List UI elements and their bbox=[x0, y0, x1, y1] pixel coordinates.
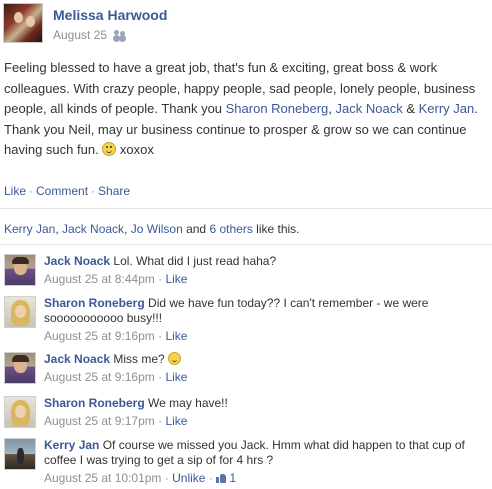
action-separator: · bbox=[29, 184, 34, 198]
comment-body: Sharon Roneberg Did we have fun today?? … bbox=[44, 296, 488, 344]
commenter-avatar[interactable] bbox=[4, 296, 36, 328]
comment-meta: August 25 at 9:17pm · Like bbox=[44, 414, 488, 429]
comment-timestamp[interactable]: August 25 at 10:01pm bbox=[44, 471, 161, 485]
commenter-name-link[interactable]: Jack Noack bbox=[44, 254, 110, 268]
comment-meta: August 25 at 10:01pm · Unlike · 1 bbox=[44, 471, 488, 486]
post-header: Melissa Harwood August 25 bbox=[3, 3, 489, 45]
comment-body: Kerry Jan Of course we missed you Jack. … bbox=[44, 438, 488, 486]
commenter-avatar[interactable] bbox=[4, 254, 36, 286]
likes-summary: Kerry Jan, Jack Noack, Jo Wilson and 6 o… bbox=[4, 222, 300, 236]
meta-separator: · bbox=[158, 329, 163, 343]
divider bbox=[0, 208, 492, 209]
smiling-emoji-icon bbox=[168, 352, 182, 365]
commenter-name-link[interactable]: Sharon Roneberg bbox=[44, 296, 145, 310]
divider bbox=[0, 244, 492, 245]
comment-timestamp[interactable]: August 25 at 9:17pm bbox=[44, 414, 155, 428]
post-date-link[interactable]: August 25 bbox=[53, 28, 107, 42]
tag-jack-noack[interactable]: Jack Noack bbox=[336, 101, 403, 116]
comment-meta: August 25 at 9:16pm · Like bbox=[44, 329, 488, 344]
share-button[interactable]: Share bbox=[98, 184, 130, 198]
comment-timestamp[interactable]: August 25 at 9:16pm bbox=[44, 370, 155, 384]
commenter-name-link[interactable]: Jack Noack bbox=[44, 352, 110, 366]
comment-timestamp[interactable]: August 25 at 9:16pm bbox=[44, 329, 155, 343]
tag-sharon-roneberg[interactable]: Sharon Roneberg bbox=[226, 101, 329, 116]
comment-text: Of course we missed you Jack. Hmm what d… bbox=[44, 438, 465, 467]
liker-link[interactable]: Kerry Jan bbox=[4, 222, 55, 236]
comment-like-button[interactable]: Like bbox=[165, 329, 187, 343]
commenter-name-link[interactable]: Sharon Roneberg bbox=[44, 396, 145, 410]
post-action-bar: Like · Comment · Share bbox=[4, 184, 130, 198]
author-name-link[interactable]: Melissa Harwood bbox=[53, 7, 167, 23]
post-text: Feeling blessed to have a great job, tha… bbox=[4, 58, 488, 161]
likes-joiner: , bbox=[124, 222, 131, 236]
comment-unlike-button[interactable]: Unlike bbox=[172, 471, 205, 485]
commenter-avatar[interactable] bbox=[4, 438, 36, 470]
friends-audience-icon[interactable] bbox=[113, 30, 127, 40]
commenter-name-link[interactable]: Kerry Jan bbox=[44, 438, 99, 452]
liker-link[interactable]: Jack Noack bbox=[62, 222, 124, 236]
comment-like-button[interactable]: Like bbox=[165, 272, 187, 286]
liker-link[interactable]: Jo Wilson bbox=[131, 222, 183, 236]
comment-body: Sharon Roneberg We may have!! August 25 … bbox=[44, 396, 488, 429]
others-likes-link[interactable]: 6 others bbox=[209, 222, 252, 236]
comment-like-button[interactable]: Like bbox=[165, 370, 187, 384]
comment-timestamp[interactable]: August 25 at 8:44pm bbox=[44, 272, 155, 286]
meta-separator: · bbox=[208, 471, 213, 485]
post-text-part3: xoxox bbox=[116, 142, 154, 157]
meta-separator: · bbox=[164, 471, 169, 485]
comment-text: We may have!! bbox=[148, 396, 228, 410]
smiley-emoji-icon bbox=[102, 142, 117, 156]
author-avatar[interactable] bbox=[3, 3, 43, 43]
comment-text: Miss me? bbox=[113, 352, 165, 366]
comment-like-count[interactable]: 1 bbox=[230, 471, 237, 485]
thumbs-up-icon bbox=[216, 473, 227, 483]
meta-separator: · bbox=[158, 370, 163, 384]
likes-and: and bbox=[182, 222, 210, 236]
meta-separator: · bbox=[158, 414, 163, 428]
comment-button[interactable]: Comment bbox=[36, 184, 88, 198]
likes-suffix: like this. bbox=[252, 222, 300, 236]
comment-text: Lol. What did I just read haha? bbox=[113, 254, 277, 268]
comment-like-button[interactable]: Like bbox=[165, 414, 187, 428]
comment-meta: August 25 at 8:44pm · Like bbox=[44, 272, 488, 287]
tag-kerry-jan[interactable]: Kerry Jan bbox=[419, 101, 475, 116]
action-separator: · bbox=[91, 184, 96, 198]
post-meta: August 25 bbox=[53, 28, 127, 42]
meta-separator: · bbox=[158, 272, 163, 286]
like-button[interactable]: Like bbox=[4, 184, 26, 198]
comment-meta: August 25 at 9:16pm · Like bbox=[44, 370, 488, 385]
comment-body: Jack Noack Miss me? August 25 at 9:16pm … bbox=[44, 352, 488, 385]
post-text-sep2: & bbox=[402, 101, 419, 116]
post-text-sep1: , bbox=[328, 101, 336, 116]
commenter-avatar[interactable] bbox=[4, 352, 36, 384]
comment-body: Jack Noack Lol. What did I just read hah… bbox=[44, 254, 488, 287]
commenter-avatar[interactable] bbox=[4, 396, 36, 428]
